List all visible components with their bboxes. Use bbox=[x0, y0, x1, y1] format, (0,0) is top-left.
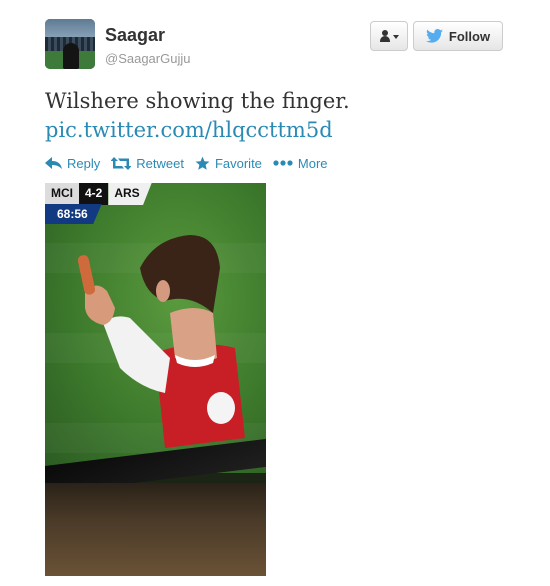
user-handle[interactable]: @SaagarGujju bbox=[105, 51, 190, 66]
reply-action[interactable]: Reply bbox=[45, 156, 100, 171]
follow-button[interactable]: Follow bbox=[413, 21, 503, 51]
retweet-label: Retweet bbox=[136, 155, 184, 171]
follow-button-label: Follow bbox=[448, 28, 491, 44]
retweet-icon bbox=[111, 156, 132, 170]
tv-cabinet bbox=[45, 483, 266, 576]
more-action[interactable]: More bbox=[273, 156, 328, 171]
reply-label: Reply bbox=[67, 155, 101, 171]
tweet-photo[interactable]: MCI 4-2 ARS 68:56 bbox=[45, 183, 266, 576]
more-dots-icon bbox=[273, 160, 293, 166]
caret-down-icon bbox=[393, 35, 399, 39]
photo-player-figure bbox=[77, 235, 245, 448]
scoreboard: MCI 4-2 ARS bbox=[45, 183, 152, 205]
favorite-label: Favorite bbox=[214, 155, 262, 171]
scoreboard-away-team: ARS bbox=[108, 183, 152, 205]
reply-icon bbox=[45, 156, 62, 169]
avatar[interactable] bbox=[45, 19, 95, 69]
tweet-actions: Reply Retweet Favorite More bbox=[45, 153, 339, 173]
avatar-person bbox=[63, 43, 79, 69]
user-display-name[interactable]: Saagar bbox=[105, 25, 165, 46]
more-label: More bbox=[297, 155, 328, 171]
scoreboard-home-team: MCI bbox=[45, 183, 79, 205]
person-icon bbox=[379, 30, 391, 42]
tweet-text: Wilshere showing the finger. bbox=[45, 89, 350, 113]
user-actions-dropdown-button[interactable] bbox=[370, 21, 408, 51]
tweet-card: Saagar @SaagarGujju Follow Wilshere show… bbox=[0, 0, 550, 586]
twitter-bird-icon bbox=[426, 29, 443, 43]
star-icon bbox=[195, 156, 210, 170]
retweet-action[interactable]: Retweet bbox=[111, 156, 184, 171]
scoreboard-score: 4-2 bbox=[79, 183, 109, 205]
tweet-media-link[interactable]: pic.twitter.com/hlqccttm5d bbox=[45, 118, 333, 142]
favorite-action[interactable]: Favorite bbox=[195, 156, 262, 171]
scoreboard-clock: 68:56 bbox=[45, 204, 102, 224]
